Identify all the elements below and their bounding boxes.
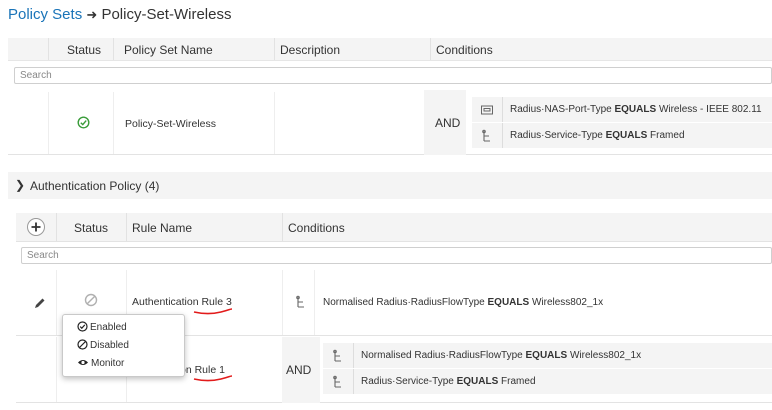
condition-text[interactable]: Normalised Radius·RadiusFlowType EQUALS … [323, 297, 603, 308]
condition-service-type[interactable]: Radius·Service-Type EQUALS Framed [472, 123, 772, 149]
operator-cell: AND [424, 90, 466, 155]
authentication-policy-title: Authentication Policy (4) [30, 179, 160, 193]
check-circle-icon [77, 321, 88, 332]
condition-text: Radius·NAS-Port-Type EQUALS Wireless - I… [510, 104, 762, 115]
policy-search-input[interactable] [14, 67, 772, 84]
eye-icon [78, 360, 88, 365]
arrow-right-icon: ➜ [86, 7, 98, 22]
auth-table-header: Status Rule Name Conditions [16, 213, 772, 242]
condition-text: Radius·Service-Type EQUALS Framed [361, 376, 536, 387]
column-policy-set-name[interactable]: Policy Set Name [124, 43, 213, 57]
add-rule-button[interactable] [26, 217, 46, 237]
column-conditions[interactable]: Conditions [436, 43, 493, 57]
condition-tree-icon [296, 295, 304, 308]
column-status[interactable]: Status [67, 43, 101, 57]
column-rule-name[interactable]: Rule Name [132, 221, 192, 235]
network-port-icon [481, 105, 493, 115]
breadcrumb-current: Policy-Set-Wireless [101, 6, 232, 23]
auth-search-input[interactable] [21, 247, 772, 264]
red-underline-annotation [193, 308, 233, 315]
menu-item-monitor[interactable]: Monitor [77, 357, 124, 369]
condition-service-type[interactable]: Radius·Service-Type EQUALS Framed [323, 369, 772, 395]
menu-item-enabled[interactable]: Enabled [77, 321, 127, 333]
menu-item-disabled[interactable]: Disabled [77, 339, 129, 351]
chevron-down-icon[interactable]: ❯ [15, 178, 25, 192]
condition-nas-port-type[interactable]: Radius·NAS-Port-Type EQUALS Wireless - I… [472, 97, 772, 123]
policy-set-row[interactable]: Policy-Set-Wireless AND Radius·NAS-Port-… [8, 90, 772, 155]
condition-text: Radius·Service-Type EQUALS Framed [510, 130, 685, 141]
edit-pencil-icon[interactable] [33, 296, 47, 310]
disabled-icon [77, 339, 88, 350]
column-description[interactable]: Description [280, 43, 340, 57]
policy-table-header: Status Policy Set Name Description Condi… [8, 38, 772, 61]
condition-tree-icon [333, 349, 341, 362]
condition-flow-type[interactable]: Normalised Radius·RadiusFlowType EQUALS … [323, 343, 772, 369]
red-underline-annotation [193, 375, 233, 382]
column-conditions[interactable]: Conditions [288, 221, 345, 235]
status-dropdown-menu: Enabled Disabled Monitor [62, 314, 185, 377]
condition-tree-icon [333, 375, 341, 388]
condition-tree-icon [482, 129, 490, 142]
operator-and: AND [435, 116, 461, 130]
breadcrumb-policy-sets-link[interactable]: Policy Sets [8, 6, 82, 23]
authentication-policy-header[interactable]: ❯ Authentication Policy (4) [8, 172, 772, 199]
check-circle-icon[interactable] [77, 116, 90, 129]
operator-and: AND [286, 363, 312, 377]
operator-cell: AND [282, 337, 320, 403]
breadcrumb: Policy Sets ➜ Policy-Set-Wireless [8, 6, 231, 23]
condition-text: Normalised Radius·RadiusFlowType EQUALS … [361, 350, 642, 361]
policy-set-name[interactable]: Policy-Set-Wireless [125, 118, 216, 130]
disabled-status-icon[interactable] [84, 293, 98, 307]
column-status[interactable]: Status [74, 221, 108, 235]
